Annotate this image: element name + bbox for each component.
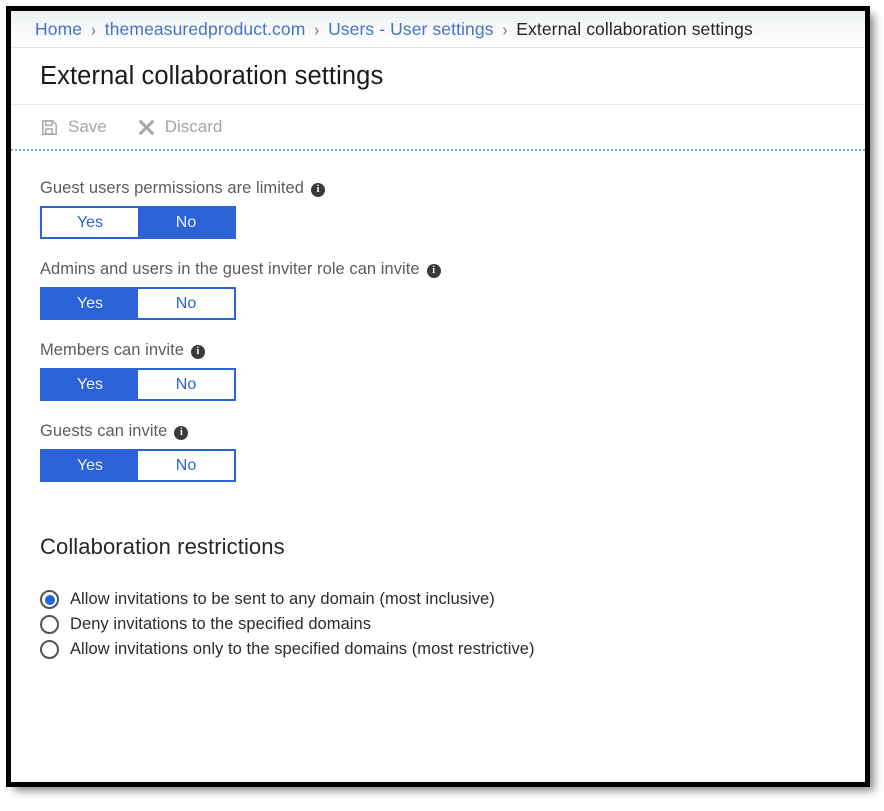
radio-mark-icon <box>40 640 59 659</box>
settings-body: Guest users permissions are limited i Ye… <box>11 151 865 659</box>
setting-label: Guest users permissions are limited i <box>40 179 865 198</box>
toggle-option-no[interactable]: No <box>138 289 234 318</box>
toggle-guests-can-invite[interactable]: Yes No <box>40 449 236 482</box>
toggle-option-yes[interactable]: Yes <box>42 208 138 237</box>
radio-label: Allow invitations to be sent to any doma… <box>70 590 495 608</box>
discard-button[interactable]: Discard <box>137 117 223 137</box>
setting-label-text: Admins and users in the guest inviter ro… <box>40 260 420 278</box>
toggle-option-yes[interactable]: Yes <box>42 370 138 399</box>
screenshot-frame: Home › themeasuredproduct.com › Users - … <box>6 6 870 787</box>
save-floppy-icon <box>40 118 59 137</box>
title-bar: External collaboration settings <box>11 48 865 105</box>
radio-label: Deny invitations to the specified domain… <box>70 615 372 633</box>
azure-portal-blade: Home › themeasuredproduct.com › Users - … <box>11 11 865 782</box>
radio-label: Allow invitations only to the specified … <box>70 640 535 658</box>
setting-label: Members can invite i <box>40 341 865 360</box>
collaboration-restrictions-heading: Collaboration restrictions <box>40 534 285 559</box>
setting-members-can-invite: Members can invite i Yes No <box>40 341 865 401</box>
breadcrumb: Home › themeasuredproduct.com › Users - … <box>11 11 865 48</box>
close-x-icon <box>137 118 156 137</box>
toggle-option-no[interactable]: No <box>138 208 234 237</box>
setting-admins-guest-inviter-can-invite: Admins and users in the guest inviter ro… <box>40 260 865 320</box>
radio-deny-specified-domains[interactable]: Deny invitations to the specified domain… <box>40 615 865 634</box>
collaboration-restrictions-radio-group: Allow invitations to be sent to any doma… <box>40 590 865 659</box>
radio-allow-any-domain[interactable]: Allow invitations to be sent to any doma… <box>40 590 865 609</box>
toggle-option-yes[interactable]: Yes <box>42 289 138 318</box>
breadcrumb-item-tenant[interactable]: themeasuredproduct.com <box>105 19 306 40</box>
setting-label-text: Guest users permissions are limited <box>40 179 305 197</box>
radio-allow-only-specified-domains[interactable]: Allow invitations only to the specified … <box>40 640 865 659</box>
info-icon[interactable]: i <box>426 263 441 278</box>
command-bar: Save Discard <box>11 105 865 149</box>
info-icon[interactable]: i <box>311 182 326 197</box>
setting-guest-users-permissions-limited: Guest users permissions are limited i Ye… <box>40 179 865 239</box>
radio-mark-icon <box>40 615 59 634</box>
breadcrumb-item-user-settings[interactable]: Users - User settings <box>328 19 493 40</box>
radio-mark-icon <box>40 590 59 609</box>
toggle-option-yes[interactable]: Yes <box>42 451 138 480</box>
setting-guests-can-invite: Guests can invite i Yes No <box>40 422 865 482</box>
setting-label-text: Members can invite <box>40 341 184 359</box>
breadcrumb-item-home[interactable]: Home <box>35 19 82 40</box>
discard-button-label: Discard <box>164 117 223 136</box>
toggle-option-no[interactable]: No <box>138 451 234 480</box>
toggle-option-no[interactable]: No <box>138 370 234 399</box>
breadcrumb-separator-icon: › <box>314 19 320 39</box>
save-button[interactable]: Save <box>40 117 107 137</box>
setting-label: Guests can invite i <box>40 422 865 441</box>
info-icon[interactable]: i <box>174 425 189 440</box>
toggle-members-can-invite[interactable]: Yes No <box>40 368 236 401</box>
save-button-label: Save <box>68 117 107 136</box>
toggle-guest-users-permissions-limited[interactable]: Yes No <box>40 206 236 239</box>
breadcrumb-separator-icon: › <box>91 19 96 39</box>
breadcrumb-item-current: External collaboration settings <box>516 18 753 39</box>
setting-label: Admins and users in the guest inviter ro… <box>40 260 865 279</box>
setting-label-text: Guests can invite <box>40 422 168 440</box>
toggle-admins-guest-inviter-can-invite[interactable]: Yes No <box>40 287 236 320</box>
info-icon[interactable]: i <box>190 344 205 359</box>
breadcrumb-separator-icon: › <box>502 19 508 39</box>
page-title: External collaboration settings <box>40 61 384 90</box>
